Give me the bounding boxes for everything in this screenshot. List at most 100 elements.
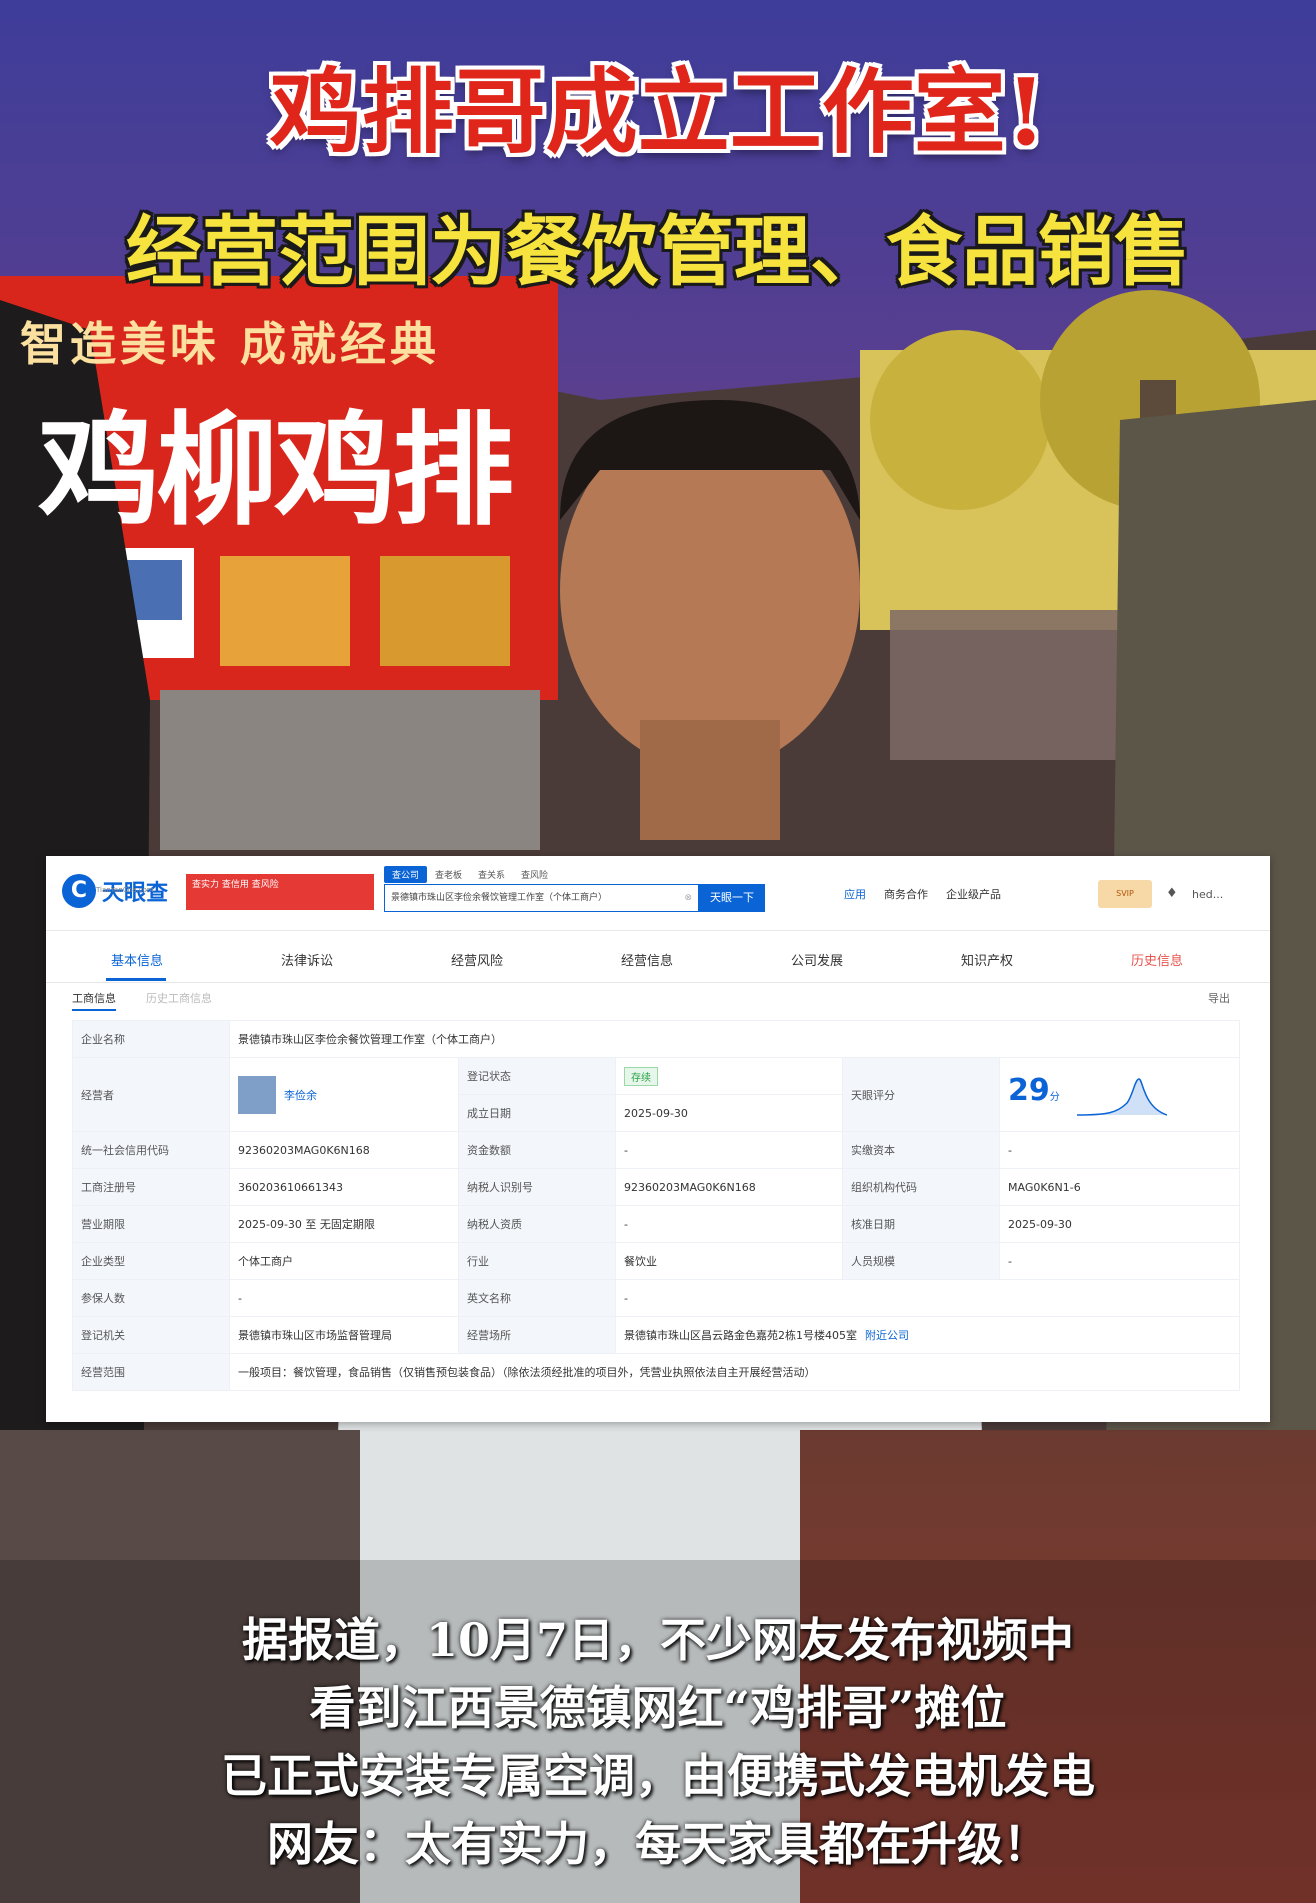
authority-value: 景德镇市珠山区市场监督管理局 xyxy=(229,1316,459,1354)
credit-code-label: 统一社会信用代码 xyxy=(72,1131,230,1169)
industry-label: 行业 xyxy=(458,1242,616,1280)
nearby-companies-link[interactable]: 附近公司 xyxy=(865,1329,909,1342)
top-bar: C 天眼查 TianYanCha.com 查实力 查信用 查风险 查公司 查老板… xyxy=(46,856,1270,931)
reg-status-cell: 存续 xyxy=(615,1057,843,1095)
table-row: 企业名称 景德镇市珠山区李俭余餐饮管理工作室（个体工商户） xyxy=(72,1020,1240,1058)
caption-line-4: 网友：太有实力，每天家具都在升级！ xyxy=(267,1817,1049,1871)
org-code-label: 组织机构代码 xyxy=(842,1168,1000,1206)
top-link-business[interactable]: 商务合作 xyxy=(884,886,928,902)
approve-date-value: 2025-09-30 xyxy=(999,1205,1240,1243)
tab-operating-info[interactable]: 经营信息 xyxy=(592,950,702,969)
bell-icon[interactable]: ♦ xyxy=(1166,886,1178,901)
company-info-screenshot: C 天眼查 TianYanCha.com 查实力 查信用 查风险 查公司 查老板… xyxy=(46,856,1270,1422)
status-badge: 存续 xyxy=(624,1066,658,1086)
table-row: 登记机关 景德镇市珠山区市场监督管理局 经营场所 景德镇市珠山区昌云路金色嘉苑2… xyxy=(72,1316,1240,1354)
company-name-value: 景德镇市珠山区李俭余餐饮管理工作室（个体工商户） xyxy=(229,1020,1240,1058)
logo-subtext: TianYanCha.com xyxy=(96,886,154,894)
staff-label: 人员规模 xyxy=(842,1242,1000,1280)
vip-badge[interactable]: SVIP xyxy=(1098,880,1152,908)
section-nav: 基本信息 法律诉讼 经营风险 经营信息 公司发展 知识产权 历史信息 xyxy=(46,936,1270,983)
score-distribution-chart-icon xyxy=(1077,1077,1168,1116)
search-tab-risk[interactable]: 查风险 xyxy=(513,866,556,883)
search-tab-relation[interactable]: 查关系 xyxy=(470,866,513,883)
score-unit: 分 xyxy=(1049,1091,1060,1103)
paid-capital-label: 实缴资本 xyxy=(842,1131,1000,1169)
score-value: 29 xyxy=(1008,1072,1050,1108)
logo-icon: C xyxy=(62,874,96,908)
top-link-app[interactable]: 应用 xyxy=(844,886,866,902)
table-row: 经营者 李俭余 登记状态 存续 天眼评分 29分 xyxy=(72,1057,1240,1132)
promo-banner[interactable]: 查实力 查信用 查风险 xyxy=(186,874,374,910)
industry-value: 餐饮业 xyxy=(615,1242,843,1280)
tab-ip[interactable]: 知识产权 xyxy=(932,950,1042,969)
top-link-enterprise[interactable]: 企业级产品 xyxy=(946,886,1001,902)
search-query-text: 景德镇市珠山区李俭余餐饮管理工作室（个体工商户） xyxy=(391,893,608,903)
address-label: 经营场所 xyxy=(458,1316,616,1354)
company-type-label: 企业类型 xyxy=(72,1242,230,1280)
reg-status-label: 登记状态 xyxy=(458,1057,616,1095)
tab-basic-info[interactable]: 基本信息 xyxy=(82,950,192,969)
operator-cell: 李俭余 xyxy=(229,1057,459,1132)
capital-value: - xyxy=(615,1131,843,1169)
taxpayer-id-value: 92360203MAG0K6N168 xyxy=(615,1168,843,1206)
tab-development[interactable]: 公司发展 xyxy=(762,950,872,969)
caption-line-3: 已正式安装专属空调，由便携式发电机发电 xyxy=(221,1749,1095,1803)
credit-code-value: 92360203MAG0K6N168 xyxy=(229,1131,459,1169)
operator-name[interactable]: 李俭余 xyxy=(284,1089,317,1102)
subtab-business-info[interactable]: 工商信息 xyxy=(72,990,116,1011)
en-name-value: - xyxy=(615,1279,1240,1317)
table-row: 营业期限 2025-09-30 至 无固定期限 纳税人资质 - 核准日期 202… xyxy=(72,1205,1240,1243)
table-row: 企业类型 个体工商户 行业 餐饮业 人员规模 - xyxy=(72,1242,1240,1280)
table-row: 工商注册号 360203610661343 纳税人识别号 92360203MAG… xyxy=(72,1168,1240,1206)
tab-history[interactable]: 历史信息 xyxy=(1102,950,1212,969)
est-date-label: 成立日期 xyxy=(458,1094,616,1132)
score-cell[interactable]: 29分 xyxy=(999,1057,1240,1132)
en-name-label: 英文名称 xyxy=(458,1279,616,1317)
taxpayer-type-value: - xyxy=(615,1205,843,1243)
search-tab-boss[interactable]: 查老板 xyxy=(427,866,470,883)
table-row: 经营范围 一般项目：餐饮管理，食品销售（仅销售预包装食品）（除依法须经批准的项目… xyxy=(72,1353,1240,1391)
est-date-value: 2025-09-30 xyxy=(615,1094,843,1132)
table-row: 统一社会信用代码 92360203MAG0K6N168 资金数额 - 实缴资本 … xyxy=(72,1131,1240,1169)
insured-value: - xyxy=(229,1279,459,1317)
org-code-value: MAG0K6N1-6 xyxy=(999,1168,1240,1206)
taxpayer-id-label: 纳税人识别号 xyxy=(458,1168,616,1206)
search-input[interactable]: 景德镇市珠山区李俭余餐饮管理工作室（个体工商户） ⊗ xyxy=(384,884,699,912)
business-info-table: 企业名称 景德镇市珠山区李俭余餐饮管理工作室（个体工商户） 经营者 李俭余 登记… xyxy=(72,1020,1240,1391)
taxpayer-type-label: 纳税人资质 xyxy=(458,1205,616,1243)
address-value: 景德镇市珠山区昌云路金色嘉苑2栋1号楼405室 xyxy=(624,1329,857,1342)
paid-capital-value: - xyxy=(999,1131,1240,1169)
approve-date-label: 核准日期 xyxy=(842,1205,1000,1243)
user-name[interactable]: hed... xyxy=(1192,888,1223,901)
staff-value: - xyxy=(999,1242,1240,1280)
operator-label: 经营者 xyxy=(72,1057,230,1132)
headline-main: 鸡排哥成立工作室! xyxy=(269,58,1047,166)
score-label: 天眼评分 xyxy=(842,1057,1000,1132)
company-name-label: 企业名称 xyxy=(72,1020,230,1058)
banner-tagline: 智造美味 成就经典 xyxy=(20,317,441,371)
scope-value: 一般项目：餐饮管理，食品销售（仅销售预包装食品）（除依法须经批准的项目外，凭营业… xyxy=(229,1353,1240,1391)
avatar xyxy=(238,1075,276,1114)
tab-legal[interactable]: 法律诉讼 xyxy=(252,950,362,969)
subtab-history-business[interactable]: 历史工商信息 xyxy=(146,990,212,1006)
search-tab-company[interactable]: 查公司 xyxy=(384,866,428,883)
search-button[interactable]: 天眼一下 xyxy=(699,884,765,912)
company-type-value: 个体工商户 xyxy=(229,1242,459,1280)
insured-label: 参保人数 xyxy=(72,1279,230,1317)
banner-title: 鸡柳鸡排 xyxy=(38,400,514,542)
top-links: 应用 商务合作 企业级产品 xyxy=(844,886,1001,902)
active-tab-underline xyxy=(106,978,166,981)
clear-icon[interactable]: ⊗ xyxy=(684,885,692,911)
scope-label: 经营范围 xyxy=(72,1353,230,1391)
capital-label: 资金数额 xyxy=(458,1131,616,1169)
tab-operating-risk[interactable]: 经营风险 xyxy=(422,950,532,969)
address-cell: 景德镇市珠山区昌云路金色嘉苑2栋1号楼405室 附近公司 xyxy=(615,1316,1240,1354)
term-value: 2025-09-30 至 无固定期限 xyxy=(229,1205,459,1243)
search-tabs: 查公司 查老板 查关系 查风险 xyxy=(384,866,556,883)
caption-line-2: 看到江西景德镇网红“鸡排哥”摊位 xyxy=(309,1681,1007,1735)
headline-sub: 经营范围为餐饮管理、食品销售 xyxy=(126,207,1190,296)
export-button[interactable]: 导出 xyxy=(1208,990,1230,1006)
reg-no-label: 工商注册号 xyxy=(72,1168,230,1206)
authority-label: 登记机关 xyxy=(72,1316,230,1354)
term-label: 营业期限 xyxy=(72,1205,230,1243)
